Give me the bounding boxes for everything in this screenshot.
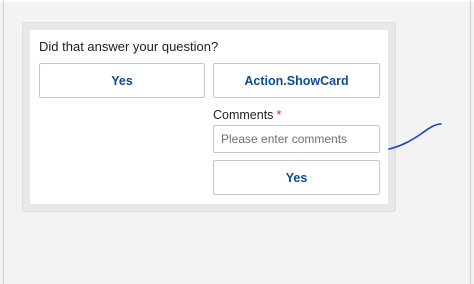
pen-stroke-annotation-icon — [388, 123, 442, 150]
required-marker: * — [276, 108, 282, 122]
question-text: Did that answer your question? — [39, 39, 219, 54]
page-left-border — [3, 0, 4, 284]
page-right-border — [470, 0, 471, 284]
yes-button[interactable]: Yes — [39, 63, 205, 98]
comments-input[interactable] — [213, 125, 380, 153]
pen-stroke-path — [388, 123, 442, 150]
submit-yes-button[interactable]: Yes — [213, 160, 380, 195]
show-card-button[interactable]: Action.ShowCard — [213, 63, 380, 98]
top-strip — [0, 0, 474, 2]
comments-label: Comments * — [213, 108, 281, 122]
comments-label-text: Comments — [213, 108, 274, 122]
adaptive-card: Did that answer your question? Yes Actio… — [30, 30, 388, 204]
